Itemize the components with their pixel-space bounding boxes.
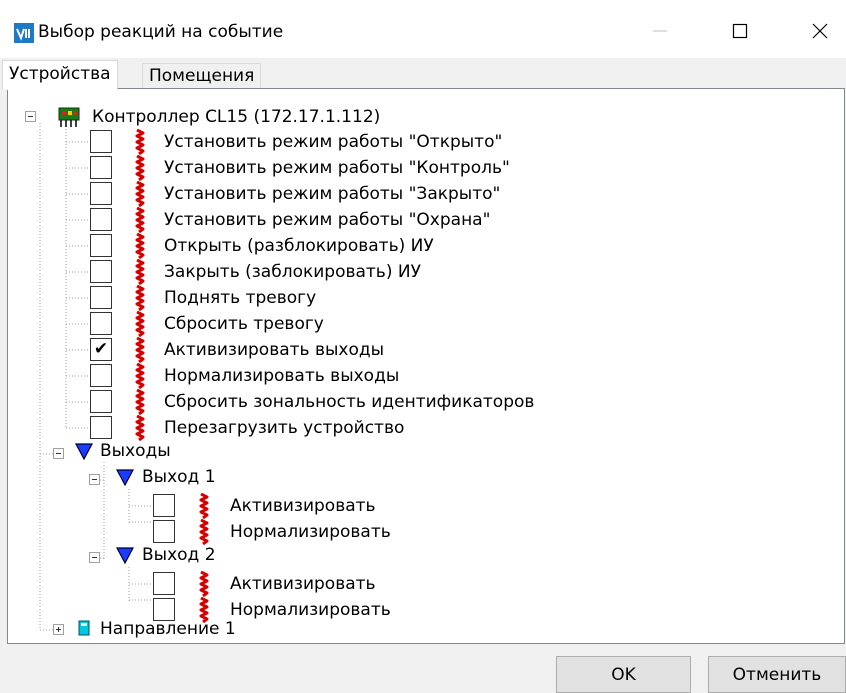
controller-collapse-toggle[interactable] [25,111,36,122]
controller-action-6-checkbox[interactable] [90,260,112,283]
output-1-action-2-checkbox[interactable] [153,520,175,543]
controller-action-8-checkbox[interactable] [90,312,112,335]
reaction-icon [198,492,210,520]
output-1-action-1-checkbox[interactable] [153,494,175,517]
device-tree[interactable]: Контроллер CL15 (172.17.1.112) Установит… [7,88,845,644]
maximize-button[interactable] [710,8,770,54]
controller-icon [58,107,80,127]
output-1-icon [116,469,134,487]
reaction-icon [134,310,146,338]
controller-label[interactable]: Контроллер CL15 (172.17.1.112) [92,104,380,130]
close-button[interactable] [790,8,846,54]
controller-action-11-checkbox[interactable] [90,390,112,413]
output-1-action-1-label[interactable]: Активизировать [230,493,376,519]
controller-action-2-label[interactable]: Установить режим работы "Контроль" [164,155,510,181]
window-title: Выбор реакций на событие [38,22,284,42]
checkmark-icon: ✔ [93,339,109,359]
reaction-icon [198,518,210,546]
output-1-collapse-toggle[interactable] [89,474,100,485]
reaction-icon [134,128,146,156]
reaction-icon [134,206,146,234]
output-2-collapse-toggle[interactable] [89,552,100,563]
reaction-icon [198,570,210,598]
controller-action-4-checkbox[interactable] [90,208,112,231]
minimize-icon [653,30,667,32]
ok-button[interactable]: OK [556,656,691,693]
controller-action-5-checkbox[interactable] [90,234,112,257]
app-icon [14,23,34,43]
controller-action-1-checkbox[interactable] [90,130,112,153]
controller-action-7-label[interactable]: Поднять тревогу [164,285,316,311]
minimize-button[interactable] [630,8,690,54]
output-2-action-1-checkbox[interactable] [153,572,175,595]
controller-action-9-checkbox[interactable]: ✔ [90,338,112,361]
output-2-label[interactable]: Выход 2 [142,542,216,568]
controller-action-10-label[interactable]: Нормализировать выходы [164,363,399,389]
direction-label[interactable]: Направление 1 [100,616,236,642]
controller-action-10-checkbox[interactable] [90,364,112,387]
direction-expand-toggle[interactable] [53,624,64,635]
tab-devices[interactable]: Устройства [2,60,118,90]
reaction-icon [134,362,146,390]
outputs-label[interactable]: Выходы [100,438,171,464]
controller-action-6-label[interactable]: Закрыть (заблокировать) ИУ [164,259,421,285]
title-bar: Выбор реакций на событие [0,0,846,58]
tab-rooms[interactable]: Помещения [142,63,262,89]
dialog-footer: OK Отменить [0,644,846,693]
controller-action-7-checkbox[interactable] [90,286,112,309]
output-2-action-2-label[interactable]: Нормализировать [230,597,391,623]
reaction-icon [134,388,146,416]
controller-action-2-checkbox[interactable] [90,156,112,179]
output-2-action-1-label[interactable]: Активизировать [230,571,376,597]
reaction-icon [134,232,146,260]
reaction-icon [134,336,146,364]
controller-action-3-checkbox[interactable] [90,182,112,205]
tab-bar: Устройства Помещения [0,58,846,90]
controller-action-5-label[interactable]: Открыть (разблокировать) ИУ [164,233,434,259]
output-2-icon [116,547,134,565]
outputs-collapse-toggle[interactable] [53,448,64,459]
controller-action-3-label[interactable]: Установить режим работы "Закрыто" [164,181,500,207]
controller-action-9-label[interactable]: Активизировать выходы [164,337,384,363]
controller-action-1-label[interactable]: Установить режим работы "Открыто" [164,129,502,155]
reaction-icon [134,258,146,286]
controller-action-11-label[interactable]: Сбросить зональность идентификаторов [164,389,534,415]
close-icon [812,23,828,39]
outputs-icon [75,443,93,461]
controller-action-8-label[interactable]: Сбросить тревогу [164,311,324,337]
controller-action-12-checkbox[interactable] [90,416,112,439]
reaction-icon [134,284,146,312]
reaction-icon [134,180,146,208]
output-1-label[interactable]: Выход 1 [142,464,216,490]
output-1-action-2-label[interactable]: Нормализировать [230,519,391,545]
maximize-icon [732,23,748,39]
controller-action-12-label[interactable]: Перезагрузить устройство [164,415,404,441]
reaction-icon [134,154,146,182]
cancel-button[interactable]: Отменить [708,656,846,693]
direction-icon [78,620,90,636]
controller-action-4-label[interactable]: Установить режим работы "Охрана" [164,207,490,233]
